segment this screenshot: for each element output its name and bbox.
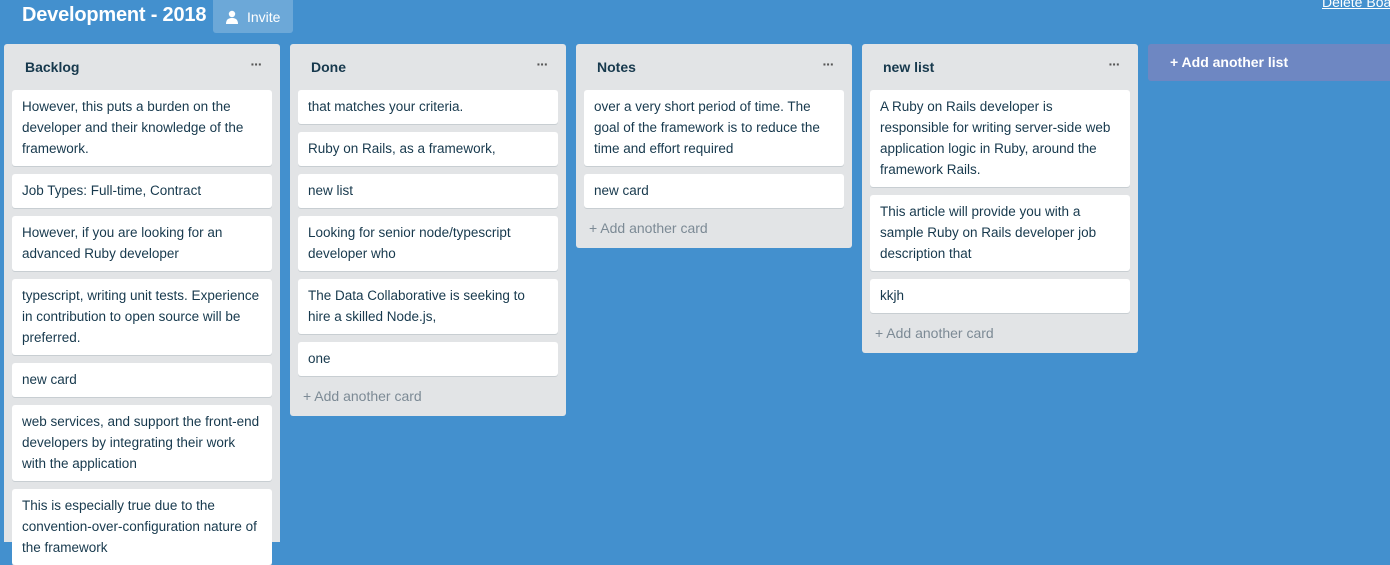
list-backlog: Backlog ··· However, this puts a burden … <box>4 44 280 565</box>
delete-board-link[interactable]: Delete Board <box>1322 0 1390 10</box>
add-card-button[interactable]: + Add another card <box>290 384 566 416</box>
card-list: A Ruby on Rails developer is responsible… <box>862 90 1138 313</box>
list-card[interactable]: one <box>298 342 558 376</box>
board-title[interactable]: Development - 2018 <box>22 4 206 27</box>
list-card[interactable]: The Data Collaborative is seeking to hir… <box>298 279 558 334</box>
list-card[interactable]: A Ruby on Rails developer is responsible… <box>870 90 1130 187</box>
list-card[interactable]: However, this puts a burden on the devel… <box>12 90 272 166</box>
list-card[interactable]: typescript, writing unit tests. Experien… <box>12 279 272 355</box>
list-header: Backlog ··· <box>4 44 280 90</box>
list-new-list: new list ··· A Ruby on Rails developer i… <box>862 44 1138 353</box>
invite-button[interactable]: Invite <box>213 0 293 33</box>
person-icon <box>226 10 238 24</box>
list-done: Done ··· that matches your criteria. Rub… <box>290 44 566 416</box>
list-card[interactable]: kkjh <box>870 279 1130 313</box>
list-card[interactable]: Job Types: Full-time, Contract <box>12 174 272 208</box>
ellipsis-icon[interactable]: ··· <box>532 56 552 74</box>
list-card[interactable]: new list <box>298 174 558 208</box>
list-card[interactable]: Looking for senior node/typescript devel… <box>298 216 558 271</box>
list-card[interactable]: Ruby on Rails, as a framework, <box>298 132 558 166</box>
add-card-button[interactable]: + Add another card <box>576 216 852 248</box>
ellipsis-icon[interactable]: ··· <box>818 56 838 74</box>
list-card[interactable]: over a very short period of time. The go… <box>584 90 844 166</box>
list-title[interactable]: Done <box>311 59 346 75</box>
list-title[interactable]: new list <box>883 59 934 75</box>
list-card[interactable]: that matches your criteria. <box>298 90 558 124</box>
list-card[interactable]: This is especially true due to the conve… <box>12 489 272 565</box>
invite-label: Invite <box>247 8 281 25</box>
board-header: Development - 2018 Invite Delete Board <box>0 0 1390 36</box>
list-header: Done ··· <box>290 44 566 90</box>
list-title[interactable]: Notes <box>597 59 636 75</box>
card-list: that matches your criteria. Ruby on Rail… <box>290 90 566 376</box>
ellipsis-icon[interactable]: ··· <box>1104 56 1124 74</box>
list-notes: Notes ··· over a very short period of ti… <box>576 44 852 248</box>
list-card[interactable]: new card <box>584 174 844 208</box>
list-header: Notes ··· <box>576 44 852 90</box>
add-card-button[interactable]: + Add another card <box>862 321 1138 353</box>
card-list: However, this puts a burden on the devel… <box>4 90 280 565</box>
list-card[interactable]: new card <box>12 363 272 397</box>
list-card[interactable]: However, if you are looking for an advan… <box>12 216 272 271</box>
list-title[interactable]: Backlog <box>25 59 79 75</box>
list-header: new list ··· <box>862 44 1138 90</box>
list-card[interactable]: web services, and support the front-end … <box>12 405 272 481</box>
add-list-button[interactable]: + Add another list <box>1148 44 1390 81</box>
list-card[interactable]: This article will provide you with a sam… <box>870 195 1130 271</box>
ellipsis-icon[interactable]: ··· <box>246 56 266 74</box>
card-list: over a very short period of time. The go… <box>576 90 852 208</box>
